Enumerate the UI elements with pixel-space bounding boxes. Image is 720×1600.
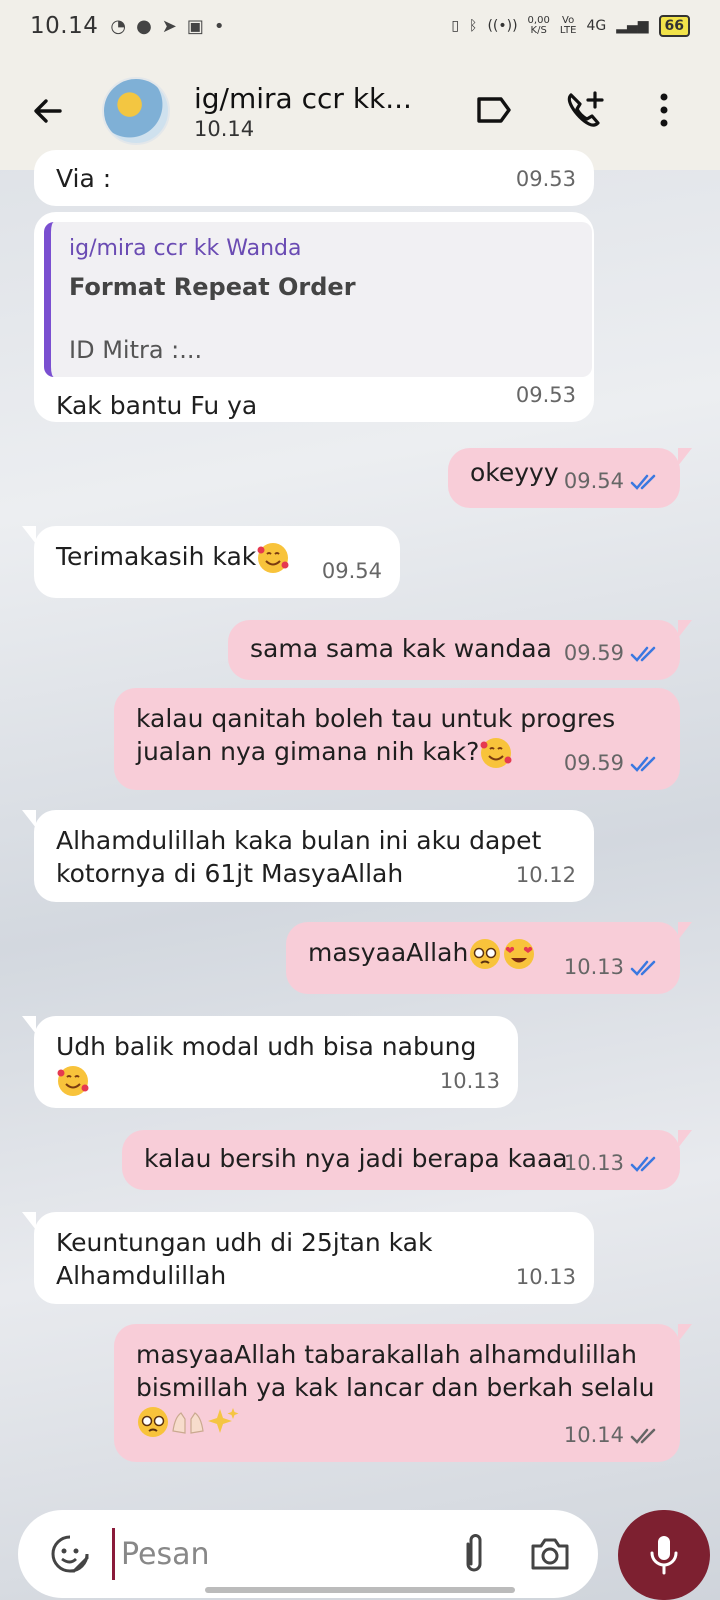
message-incoming[interactable]: Terimakasih kak 09.54 [22,526,400,598]
network-type: 4G [586,18,607,34]
camera-icon [531,1538,569,1570]
voice-record-button[interactable] [618,1510,710,1600]
message-text: Udh balik modal udh bisa nabung [56,1030,496,1098]
read-receipt-icon [630,756,656,772]
message-time: 10.12 [515,863,576,887]
quote-title: Format Repeat Order [69,273,356,301]
read-receipt-icon [630,960,656,976]
sticker-icon [51,1535,89,1573]
volte-indicator: Vo LTE [559,15,577,36]
attach-button[interactable] [450,1530,498,1578]
read-receipt-icon [630,474,656,490]
more-notifications-icon: • [213,15,225,37]
message-outgoing[interactable]: masyaaAllah 10.13 [286,922,692,994]
message-time: 10.13 [515,1265,576,1289]
message-input[interactable] [112,1528,442,1580]
paperclip-icon [466,1534,482,1572]
microphone-icon [650,1536,678,1575]
last-seen: 10.14 [194,116,255,141]
back-button[interactable] [24,87,72,135]
message-composer [18,1510,598,1598]
message-list: Via : 09.53 ig/mira ccr kk Wanda Format … [0,150,720,1510]
message-time: 09.59 [564,747,662,780]
message-incoming[interactable]: Alhamdulillah kaka bulan ini aku dapet k… [22,810,594,902]
smiling-face-with-hearts-icon [257,543,289,573]
home-indicator [205,1587,515,1593]
message-time: 09.54 [321,559,382,583]
message-text-line: kotornya di 61jt MasyaAllah [56,859,404,888]
contact-avatar[interactable] [102,77,170,145]
message-text-line: masyaaAllah tabarakallah alhamdulillah [136,1340,637,1369]
arrow-left-icon [34,99,62,123]
message-time: 10.14 [564,1419,662,1452]
message-time: 09.54 [564,465,662,498]
message-time: 09.53 [515,383,576,407]
pleading-face-icon [470,939,501,969]
app-icon: ▣ [186,15,204,37]
message-text-line: Alhamdulillah [56,1261,227,1290]
heart-eyes-icon [504,939,535,969]
phone-plus-icon [567,91,604,127]
smiling-face-with-hearts-icon [57,1066,89,1096]
kebab-menu-icon [660,93,668,127]
whatsapp-icon: ◔ [110,15,127,37]
message-incoming[interactable]: Via : 09.53 [34,150,594,206]
read-receipt-icon [630,646,656,662]
add-call-button[interactable] [560,86,608,134]
message-outgoing[interactable]: masyaaAllah tabarakallah alhamdulillah b… [114,1324,692,1462]
message-text: Kak bantu Fu ya [56,391,258,420]
message-incoming[interactable]: ig/mira ccr kk Wanda Format Repeat Order… [34,212,594,422]
signal-icon: ▂▄▆ [616,18,649,34]
message-text: Via : [56,164,112,193]
more-options-button[interactable] [640,86,688,134]
label-button[interactable] [470,86,518,134]
message-outgoing[interactable]: sama sama kak wandaa 09.59 [228,620,692,680]
smiling-face-with-hearts-icon [480,738,512,768]
message-time: 09.59 [564,637,662,670]
contact-info[interactable]: ig/mira ccr kk... 10.14 [194,82,434,141]
camera-button[interactable] [526,1530,574,1578]
quoted-message[interactable]: ig/mira ccr kk Wanda Format Repeat Order… [44,222,592,377]
pleading-face-icon [138,1407,168,1437]
message-text-line: bismillah ya kak lancar dan berkah selal… [136,1373,655,1402]
palms-up-icon [172,1412,204,1434]
message-incoming[interactable]: Keuntungan udh di 25jtan kak Alhamdulill… [22,1212,594,1304]
label-icon [477,97,511,123]
status-bar: 10.14 ◔ ● ➤ ▣ • ▯ ᛒ ((•)) 0,00 K/S Vo LTE … [0,0,720,52]
message-text-line: kalau qanitah boleh tau untuk progres [136,704,616,733]
contact-name: ig/mira ccr kk... [194,81,412,115]
message-text-line: Alhamdulillah kaka bulan ini aku dapet [56,826,542,855]
quote-body: ID Mitra :... [69,336,203,364]
bluetooth-icon: ᛒ [469,18,478,34]
message-time: 09.53 [515,167,576,191]
sparkles-icon [208,1408,239,1433]
quote-author: ig/mira ccr kk Wanda [69,236,302,261]
sticker-button[interactable] [46,1530,94,1578]
chat-icon: ● [136,15,152,37]
message-text-line: Keuntungan udh di 25jtan kak [56,1228,433,1257]
notification-icons: ◔ ● ➤ ▣ • [110,16,224,37]
delivered-receipt-icon [630,1428,656,1444]
message-time: 10.13 [564,951,662,984]
read-receipt-icon [630,1156,656,1172]
message-outgoing[interactable]: kalau qanitah boleh tau untuk progres ju… [114,688,680,790]
battery-icon: 66 [658,15,690,37]
message-time: 10.13 [439,1069,500,1093]
message-incoming[interactable]: Udh balik modal udh bisa nabung 10.13 [22,1016,518,1108]
hotspot-icon: ((•)) [487,18,518,34]
message-time: 10.13 [564,1147,662,1180]
vibrate-icon: ▯ [451,18,460,34]
message-outgoing[interactable]: kalau bersih nya jadi berapa kaaa 10.13 [122,1130,692,1190]
message-outgoing[interactable]: okeyyy 09.54 [448,448,692,508]
status-time: 10.14 [30,13,99,39]
telegram-icon: ➤ [161,15,177,37]
net-speed: 0,00 K/S [527,15,550,36]
